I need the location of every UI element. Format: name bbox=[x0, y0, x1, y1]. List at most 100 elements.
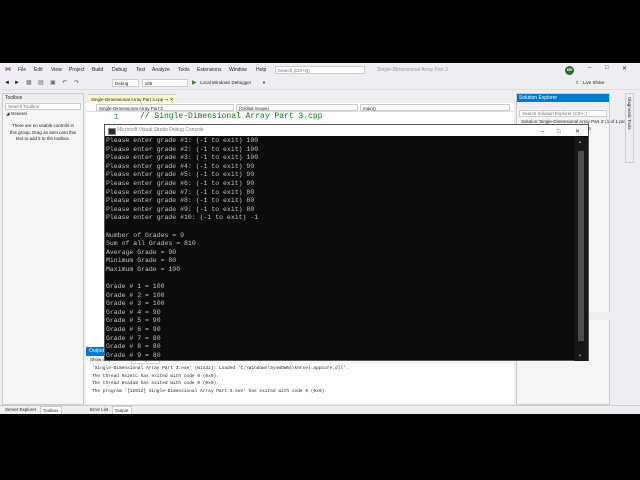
console-line: Grade # 9 = 80 bbox=[106, 351, 161, 359]
vs-logo-icon: ⋈ bbox=[5, 67, 11, 73]
tab-toolbox[interactable]: Toolbox bbox=[40, 406, 62, 414]
toolbox-title: Toolbox bbox=[3, 94, 83, 102]
console-line: Please enter grade #1: (-1 to exit) 100 bbox=[106, 137, 259, 144]
console-line: Sum of all Grades = 810 bbox=[106, 240, 196, 248]
tab-output[interactable]: Output bbox=[112, 406, 132, 414]
output-line: The program '[12012] Single-Dimensional … bbox=[92, 388, 327, 394]
scope-nav-select[interactable]: (Global Scope) bbox=[236, 104, 358, 111]
start-debugger-button[interactable]: Local Windows Debugger bbox=[200, 79, 251, 87]
scroll-down-icon[interactable]: ▼ bbox=[578, 353, 582, 358]
menu-debug[interactable]: Debug bbox=[112, 67, 127, 73]
member-nav-select[interactable]: main() bbox=[360, 104, 510, 111]
config-select[interactable]: Debug bbox=[112, 79, 139, 87]
menu-edit[interactable]: Edit bbox=[34, 67, 43, 73]
navigate-back-icon[interactable]: ◄ bbox=[4, 79, 10, 87]
console-icon bbox=[108, 128, 116, 135]
project-nav-select[interactable]: Single-Dimensional Array Part 3 bbox=[96, 104, 234, 111]
console-line: Maximum Grade = 100 bbox=[106, 265, 181, 273]
line-number: 1 bbox=[114, 113, 119, 122]
editor-navigation-bar: Single-Dimensional Array Part 3 (Global … bbox=[86, 103, 514, 112]
console-line: Please enter grade #9: (-1 to exit) 80 bbox=[106, 205, 255, 213]
redo-icon[interactable]: ↷ bbox=[74, 79, 79, 87]
solution-explorer-toolbar bbox=[517, 102, 609, 109]
console-line: Please enter grade #2: (-1 to exit) 100 bbox=[106, 145, 259, 153]
console-line: Grade # 1 = 100 bbox=[106, 283, 165, 291]
console-line: Please enter grade #8: (-1 to exit) 80 bbox=[106, 197, 255, 205]
console-scroll-thumb[interactable] bbox=[578, 151, 584, 341]
menu-analyze[interactable]: Analyze bbox=[152, 67, 170, 73]
console-line: Please enter grade #5: (-1 to exit) 90 bbox=[106, 171, 255, 179]
toolbox-empty-message: There are no usable controls in this gro… bbox=[9, 123, 77, 141]
console-line: Please enter grade #4: (-1 to exit) 90 bbox=[106, 162, 255, 170]
console-line: Grade # 4 = 90 bbox=[106, 308, 161, 316]
avatar[interactable]: MR bbox=[565, 66, 574, 75]
navigate-forward-icon[interactable]: ► bbox=[14, 79, 20, 87]
menu-view[interactable]: View bbox=[51, 67, 62, 73]
console-line: Number of Grades = 9 bbox=[106, 231, 185, 239]
console-line: Average Grade = 90 bbox=[106, 248, 177, 256]
menu-project[interactable]: Project bbox=[69, 67, 85, 73]
console-line: Please enter grade #6: (-1 to exit) 90 bbox=[106, 179, 255, 187]
tab-server-explorer[interactable]: Server Explorer bbox=[3, 406, 38, 414]
debug-console-window[interactable]: Microsoft Visual Studio Debug Console – … bbox=[104, 124, 589, 361]
menu-file[interactable]: File bbox=[18, 67, 26, 73]
console-scrollbar[interactable]: ▲ ▼ bbox=[574, 137, 588, 361]
console-title-bar: Microsoft Visual Studio Debug Console – … bbox=[105, 125, 588, 136]
toolbox-search-input[interactable]: Search Toolbox bbox=[5, 103, 81, 110]
menu-help[interactable]: Help bbox=[256, 67, 266, 73]
console-line: Grade # 8 = 80 bbox=[106, 343, 161, 351]
toolbox-group-label: General bbox=[10, 111, 27, 116]
menu-test[interactable]: Test bbox=[136, 67, 145, 73]
console-line: Please enter grade #3: (-1 to exit) 100 bbox=[106, 154, 259, 162]
output-line: The thread 0x2ecc has exited with code 0… bbox=[92, 373, 219, 379]
window-title: Single-Dimensional Array Part 3 bbox=[377, 67, 448, 73]
solution-search-input[interactable]: Search Solution Explorer (Ctrl+;) bbox=[519, 110, 607, 117]
tab-source-file-label: Single-Dimensional Array Part 3.cpp bbox=[91, 97, 164, 102]
open-icon[interactable]: ▤ bbox=[38, 79, 44, 87]
toolbox-pane: Toolbox Search Toolbox ◢ General There a… bbox=[2, 93, 84, 405]
bottom-tab-strip: Server Explorer Toolbox Error List Outpu… bbox=[0, 405, 640, 414]
menu-window[interactable]: Window bbox=[229, 67, 247, 73]
solution-explorer-title: Solution Explorer bbox=[517, 94, 609, 102]
console-output[interactable]: Please enter grade #1: (-1 to exit) 100 P… bbox=[106, 137, 572, 361]
minimize-icon[interactable]: – bbox=[588, 65, 591, 71]
console-line: Please enter grade #10: (-1 to exit) -1 bbox=[106, 214, 259, 222]
console-line: Minimum Grade = 80 bbox=[106, 257, 177, 265]
chevron-down-icon[interactable]: ▼ bbox=[262, 79, 266, 87]
tab-error-list[interactable]: Error List bbox=[88, 406, 110, 414]
menu-build[interactable]: Build bbox=[92, 67, 103, 73]
editor-tabstrip: Single-Dimensional Array Part 3.cpp ⊸ ✕ bbox=[86, 93, 514, 104]
tab-close-icon[interactable]: ✕ bbox=[170, 97, 174, 102]
search-input[interactable]: Search (Ctrl+Q) bbox=[275, 66, 365, 74]
console-line: Grade # 2 = 100 bbox=[106, 291, 165, 299]
play-icon[interactable]: ▶ bbox=[192, 79, 197, 87]
menu-bar: ⋈ File Edit View Project Build Debug Tes… bbox=[0, 63, 640, 77]
close-icon[interactable]: ✕ bbox=[622, 65, 627, 72]
output-line: The thread 0xa4a8 has exited with code 0… bbox=[92, 381, 219, 386]
console-line: Grade # 3 = 100 bbox=[106, 300, 165, 308]
diagnostic-tools-tab[interactable]: Diagnostic Tools bbox=[625, 93, 634, 163]
output-text[interactable]: 'Single-Dimensional Array Part 3.exe' (W… bbox=[86, 364, 514, 404]
platform-select[interactable]: x86 bbox=[142, 79, 188, 87]
maximize-icon[interactable]: □ bbox=[605, 65, 609, 71]
console-line: Grade # 6 = 90 bbox=[106, 326, 161, 334]
output-line: 'Single-Dimensional Array Part 3.exe' (W… bbox=[92, 366, 349, 371]
console-title: Microsoft Visual Studio Debug Console bbox=[117, 127, 204, 133]
code-line[interactable]: // Single-Dimensional Array Part 3.cpp bbox=[140, 112, 322, 121]
undo-icon[interactable]: ↶ bbox=[62, 79, 67, 87]
console-line: Grade # 7 = 80 bbox=[106, 334, 161, 342]
new-item-icon[interactable]: ▦ bbox=[26, 79, 32, 87]
diagnostic-tools-label: Diagnostic Tools bbox=[627, 97, 632, 130]
scroll-up-icon[interactable]: ▲ bbox=[578, 139, 582, 144]
toolbar: ◄ ► ▦ ▤ ▣ ↶ ↷ Debug x86 ▶ Local Windows … bbox=[0, 77, 640, 90]
live-share-icon[interactable]: ⇧ bbox=[575, 79, 579, 87]
save-icon[interactable]: ▣ bbox=[50, 79, 56, 87]
menu-tools[interactable]: Tools bbox=[178, 67, 190, 73]
menu-extensions[interactable]: Extensions bbox=[197, 67, 221, 73]
console-line: Grade # 5 = 90 bbox=[106, 317, 161, 325]
live-share-button[interactable]: Live Share bbox=[583, 79, 605, 87]
console-line: Please enter grade #7: (-1 to exit) 80 bbox=[106, 188, 255, 196]
pin-icon[interactable]: ⊸ bbox=[165, 97, 169, 102]
